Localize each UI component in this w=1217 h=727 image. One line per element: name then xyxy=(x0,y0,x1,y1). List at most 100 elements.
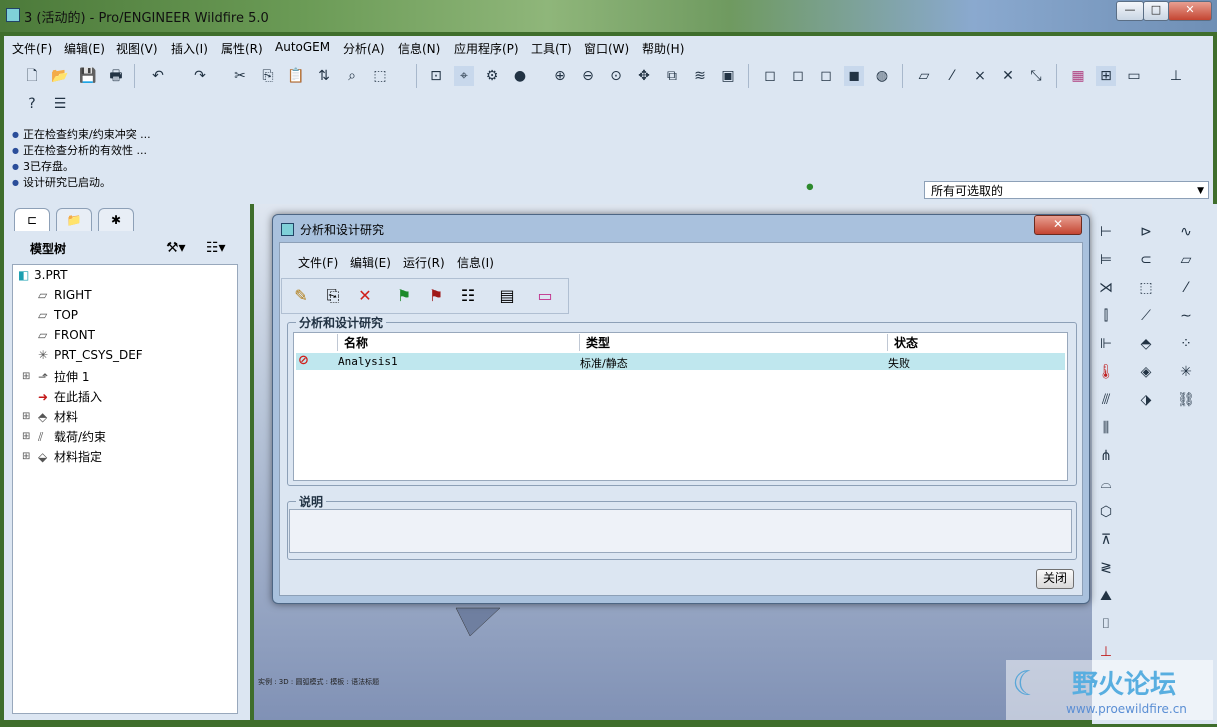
axis-icon[interactable]: ⁄ xyxy=(1176,278,1196,298)
moment-icon[interactable]: ⊨ xyxy=(1096,250,1116,270)
status-report-icon[interactable]: ☷ xyxy=(457,285,479,307)
menu-insert[interactable]: 插入(I) xyxy=(171,40,208,57)
tab-folder-browser[interactable]: 📁 xyxy=(56,208,92,231)
new-file-icon[interactable]: 🗋 xyxy=(22,66,42,86)
menu-properties[interactable]: 属性(R) xyxy=(221,40,263,57)
menu-window[interactable]: 窗口(W) xyxy=(584,40,629,57)
volume-region-icon[interactable]: ⬚ xyxy=(1136,278,1156,298)
force-icon[interactable]: ⊢ xyxy=(1096,222,1116,242)
select-box-icon[interactable]: ⬚ xyxy=(370,66,390,86)
expand-icon[interactable]: ⊞ xyxy=(22,411,30,422)
axis-display-icon[interactable]: ⁄ xyxy=(942,66,962,86)
menu-help[interactable]: 帮助(H) xyxy=(642,40,684,57)
layers-icon[interactable]: ≋ xyxy=(690,66,710,86)
model-tree-display-icon[interactable]: ⊞ xyxy=(1096,66,1116,86)
results-window-icon[interactable]: ▭ xyxy=(534,285,556,307)
dialog-close-button[interactable]: ✕ xyxy=(1034,215,1082,235)
tree-item-insert-here[interactable]: ➜ 在此插入 xyxy=(38,388,102,405)
view-manager-icon[interactable]: ▣ xyxy=(718,66,738,86)
menu-tools[interactable]: 工具(T) xyxy=(531,40,572,57)
mesh-display-icon[interactable]: ▦ xyxy=(1068,66,1088,86)
delete-icon[interactable]: ✕ xyxy=(354,285,376,307)
tree-item-extrude[interactable]: ⬏ 拉伸 1 xyxy=(38,368,89,385)
bearing-icon[interactable]: ⋊ xyxy=(1096,278,1116,298)
menu-applications[interactable]: 应用程序(P) xyxy=(454,40,519,57)
dialog-menu-info[interactable]: 信息(I) xyxy=(457,254,494,271)
info-report-icon[interactable]: ☰ xyxy=(50,94,70,114)
sketch-curve-icon[interactable]: ∿ xyxy=(1176,222,1196,242)
wireframe-icon[interactable]: ◻ xyxy=(760,66,780,86)
shell-pair-icon[interactable]: ⬗ xyxy=(1136,390,1156,410)
tree-settings-icon[interactable]: ⚒▾ xyxy=(166,240,186,256)
shell-icon[interactable]: ⌓ xyxy=(1096,474,1116,494)
plane-display-icon[interactable]: ▱ xyxy=(914,66,934,86)
temperature-icon[interactable]: 🌡 xyxy=(1096,362,1116,382)
csys-icon[interactable]: ✳ xyxy=(1176,362,1196,382)
menu-edit[interactable]: 编辑(E) xyxy=(64,40,105,57)
tree-item-csys[interactable]: ✳ PRT_CSYS_DEF xyxy=(38,348,143,362)
stop-run-icon[interactable]: ⚑ xyxy=(425,285,447,307)
column-status[interactable]: 状态 xyxy=(894,334,918,351)
dialog-menu-run[interactable]: 运行(R) xyxy=(403,254,445,271)
traffic-light-icon[interactable]: ⚫ xyxy=(804,180,816,196)
beam-icon[interactable]: ⊼ xyxy=(1096,530,1116,550)
no-hidden-icon[interactable]: ◻ xyxy=(816,66,836,86)
edit-pencil-icon[interactable]: ✎ xyxy=(290,285,312,307)
enhanced-realism-icon[interactable]: ◍ xyxy=(872,66,892,86)
shading-icon[interactable]: ◼ xyxy=(844,66,864,86)
zoom-out-icon[interactable]: ⊖ xyxy=(578,66,598,86)
material-icon[interactable]: ⬘ xyxy=(1136,334,1156,354)
datum-axis-icon[interactable]: ⊳ xyxy=(1136,222,1156,242)
expand-icon[interactable]: ⊞ xyxy=(22,371,30,382)
close-button[interactable]: 关闭 xyxy=(1036,569,1074,589)
surface-region-icon[interactable]: ⊂ xyxy=(1136,250,1156,270)
dialog-menu-file[interactable]: 文件(F) xyxy=(298,254,338,271)
column-type[interactable]: 类型 xyxy=(586,334,610,351)
menu-view[interactable]: 视图(V) xyxy=(116,40,158,57)
menu-analysis[interactable]: 分析(A) xyxy=(343,40,385,57)
description-text-area[interactable] xyxy=(289,509,1072,553)
results-icon[interactable]: ▭ xyxy=(1124,66,1144,86)
gravity-icon[interactable]: ⊩ xyxy=(1096,334,1116,354)
saved-views-icon[interactable]: ⧉ xyxy=(662,66,682,86)
display-study-icon[interactable]: ▤ xyxy=(496,285,518,307)
undo-icon[interactable]: ↶ xyxy=(148,66,168,86)
dialog-menu-edit[interactable]: 编辑(E) xyxy=(350,254,391,271)
close-window-button[interactable]: ✕ xyxy=(1168,1,1212,21)
copy-icon[interactable]: ⎘ xyxy=(258,66,278,86)
displacement-constraint-icon[interactable]: ⫻ xyxy=(1096,390,1116,410)
tree-item-part[interactable]: ◧ 3.PRT xyxy=(18,268,67,282)
open-folder-icon[interactable]: 📂 xyxy=(50,66,70,86)
mass-icon[interactable]: ⛰ xyxy=(1096,586,1116,606)
orient-mode-icon[interactable]: ⚙ xyxy=(482,66,502,86)
menu-autogem[interactable]: AutoGEM xyxy=(275,40,330,54)
start-run-icon[interactable]: ⚑ xyxy=(393,285,415,307)
maximize-button[interactable]: □ xyxy=(1143,1,1169,21)
column-name[interactable]: 名称 xyxy=(344,334,368,351)
symmetry-constraint-icon[interactable]: ⋔ xyxy=(1096,446,1116,466)
datum-plane-icon[interactable]: ▱ xyxy=(1176,250,1196,270)
tree-item-material-assign[interactable]: ⬙ 材料指定 xyxy=(38,448,102,465)
reorient-icon[interactable]: ✥ xyxy=(634,66,654,86)
spring-link-icon[interactable]: ⛓ xyxy=(1176,390,1196,410)
rigid-link-icon[interactable]: ⌷ xyxy=(1096,614,1116,634)
tree-item-material[interactable]: ⬘ 材料 xyxy=(38,408,78,425)
point-icon[interactable]: ⁘ xyxy=(1176,334,1196,354)
datum-display-icon[interactable]: ⊡ xyxy=(426,66,446,86)
tree-item-loads[interactable]: ⫽ 载荷/约束 xyxy=(38,428,106,445)
tree-item-right[interactable]: ▱ RIGHT xyxy=(38,288,92,302)
menu-info[interactable]: 信息(N) xyxy=(398,40,440,57)
expand-icon[interactable]: ⊞ xyxy=(22,451,30,462)
spring-icon[interactable]: ≷ xyxy=(1096,558,1116,578)
tab-model-tree[interactable]: ⊏ xyxy=(14,208,50,231)
material-orientation-icon[interactable]: ◈ xyxy=(1136,362,1156,382)
find-icon[interactable]: ⌕ xyxy=(342,66,362,86)
solid-icon[interactable]: ⬡ xyxy=(1096,502,1116,522)
print-icon[interactable]: 🖶 xyxy=(106,66,126,86)
copy-icon[interactable]: ⎘ xyxy=(322,285,344,307)
tree-columns-icon[interactable]: ☷▾ xyxy=(206,240,226,256)
zoom-in-icon[interactable]: ⊕ xyxy=(550,66,570,86)
tree-item-top[interactable]: ▱ TOP xyxy=(38,308,78,322)
refit-icon[interactable]: ⊙ xyxy=(606,66,626,86)
tab-favorites[interactable]: ✱ xyxy=(98,208,134,231)
